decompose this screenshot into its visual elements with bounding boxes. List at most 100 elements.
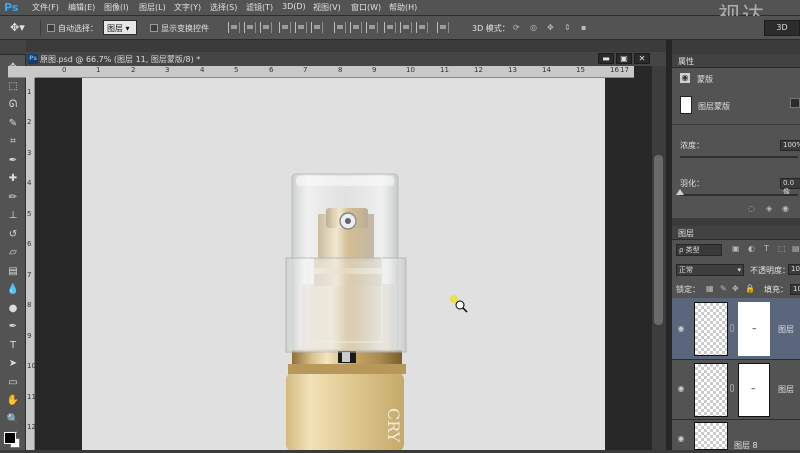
lock-position-icon[interactable]: ✥ bbox=[732, 284, 739, 293]
close-button[interactable]: ✕ bbox=[634, 53, 650, 64]
layer-filter-select[interactable]: ρ 类型 bbox=[676, 244, 722, 256]
menu-select[interactable]: 选择(S) bbox=[210, 2, 237, 13]
layer-row-selected[interactable]: ◉ 图层 bbox=[672, 298, 800, 360]
layer-row[interactable]: ◉ 图层 bbox=[672, 360, 800, 420]
layer-mask-thumbnail[interactable] bbox=[738, 302, 770, 356]
eraser-tool-icon[interactable]: ▱ bbox=[6, 246, 20, 260]
auto-select-checkbox[interactable] bbox=[47, 24, 55, 32]
align-bottom-icon[interactable] bbox=[260, 22, 272, 33]
pan-3d-icon[interactable]: ✥ bbox=[547, 23, 554, 32]
filter-type-icon[interactable]: T bbox=[764, 244, 769, 253]
properties-tab[interactable]: 属性 bbox=[672, 54, 800, 68]
align-vcenter-icon[interactable] bbox=[244, 22, 256, 33]
pen-tool-icon[interactable]: ✒ bbox=[6, 320, 20, 334]
canvas[interactable]: CRY bbox=[82, 78, 605, 452]
auto-align-icon[interactable] bbox=[437, 22, 449, 33]
align-right-icon[interactable] bbox=[311, 22, 323, 33]
visibility-eye-icon[interactable]: ◉ bbox=[676, 384, 686, 394]
stamp-tool-icon[interactable]: ⊥ bbox=[6, 209, 20, 223]
maximize-button[interactable]: ▣ bbox=[616, 53, 632, 64]
slide-3d-icon[interactable]: ⇕ bbox=[564, 23, 571, 32]
select-mask-icon[interactable]: ◌ bbox=[748, 204, 755, 213]
filter-shape-icon[interactable]: ⬚ bbox=[778, 244, 786, 253]
distribute-bottom-icon[interactable] bbox=[366, 22, 378, 33]
align-left-icon[interactable] bbox=[279, 22, 291, 33]
marquee-tool-icon[interactable]: ⬚ bbox=[6, 80, 20, 94]
gradient-tool-icon[interactable]: ▤ bbox=[6, 265, 20, 279]
distribute-right-icon[interactable] bbox=[416, 22, 428, 33]
roll-3d-icon[interactable]: ◎ bbox=[530, 23, 537, 32]
lock-transparent-icon[interactable]: ▦ bbox=[706, 284, 714, 293]
disable-mask-icon[interactable]: ◉ bbox=[782, 204, 789, 213]
distribute-top-icon[interactable] bbox=[334, 22, 346, 33]
opacity-input[interactable]: 100 bbox=[788, 264, 800, 275]
filter-adjust-icon[interactable]: ◐ bbox=[748, 244, 755, 253]
distribute-vcenter-icon[interactable] bbox=[350, 22, 362, 33]
foreground-color-swatch[interactable] bbox=[4, 432, 16, 444]
orbit-3d-icon[interactable]: ⟳ bbox=[513, 23, 520, 32]
crop-tool-icon[interactable]: ⌗ bbox=[6, 135, 20, 149]
mask-link-icon[interactable] bbox=[730, 384, 734, 392]
type-tool-icon[interactable]: T bbox=[6, 339, 20, 353]
menu-image[interactable]: 图像(I) bbox=[104, 2, 129, 13]
mask-link-icon[interactable] bbox=[730, 324, 734, 332]
move-tool-icon[interactable]: ✥▾ bbox=[10, 21, 25, 34]
history-brush-icon[interactable]: ↺ bbox=[6, 228, 20, 242]
menu-type[interactable]: 文字(Y) bbox=[174, 2, 201, 13]
visibility-eye-icon[interactable]: ◉ bbox=[676, 434, 686, 444]
vertical-ruler: 1 2 3 4 5 6 7 8 9 10 11 12 bbox=[26, 78, 36, 450]
minimize-button[interactable]: ▬ bbox=[598, 53, 614, 64]
scale-3d-icon[interactable]: ▪ bbox=[581, 23, 586, 32]
filter-smart-icon[interactable]: ▤ bbox=[792, 244, 800, 253]
menu-edit[interactable]: 编辑(E) bbox=[68, 2, 95, 13]
distribute-hcenter-icon[interactable] bbox=[400, 22, 412, 33]
path-select-tool-icon[interactable]: ➤ bbox=[6, 357, 20, 371]
visibility-eye-icon[interactable]: ◉ bbox=[676, 324, 686, 334]
properties-tab-label: 属性 bbox=[678, 57, 694, 66]
layers-tab[interactable]: 图层 bbox=[672, 226, 800, 240]
vector-mask-icon[interactable] bbox=[790, 98, 800, 108]
healing-tool-icon[interactable]: ✚ bbox=[6, 172, 20, 186]
dodge-tool-icon[interactable]: ● bbox=[6, 302, 20, 316]
fill-input[interactable]: 10 bbox=[790, 284, 800, 295]
show-transform-checkbox[interactable] bbox=[150, 24, 158, 32]
lasso-tool-icon[interactable]: ᘏ bbox=[6, 98, 20, 112]
zoom-tool-icon[interactable]: 🔍 bbox=[6, 413, 20, 427]
feather-input[interactable]: 0.0 像 bbox=[780, 178, 800, 196]
quick-select-tool-icon[interactable]: ✎ bbox=[6, 117, 20, 131]
eyedropper-tool-icon[interactable]: ✒ bbox=[6, 154, 20, 168]
ruler-tick: 13 bbox=[508, 66, 517, 74]
menu-file[interactable]: 文件(F) bbox=[32, 2, 59, 13]
lock-pixels-icon[interactable]: ✎ bbox=[720, 284, 727, 293]
layer-row[interactable]: ◉ 图层 8 bbox=[672, 420, 800, 450]
menu-window[interactable]: 窗口(W) bbox=[351, 2, 381, 13]
document-tab[interactable]: Ps 原图.psd @ 66.7% (图层 11, 图层蒙版/8) * ▬ ▣ … bbox=[26, 52, 666, 66]
feather-slider[interactable] bbox=[680, 194, 798, 196]
document-scroll-thumb[interactable] bbox=[654, 155, 663, 325]
auto-select-label: 自动选择： bbox=[58, 24, 98, 33]
distribute-left-icon[interactable] bbox=[384, 22, 396, 33]
menu-filter[interactable]: 滤镜(T) bbox=[246, 2, 273, 13]
align-hcenter-icon[interactable] bbox=[295, 22, 307, 33]
layer-mask-thumbnail[interactable] bbox=[738, 363, 770, 417]
menu-help[interactable]: 帮助(H) bbox=[389, 2, 417, 13]
feather-slider-knob[interactable] bbox=[676, 189, 684, 195]
brush-tool-icon[interactable]: ✏ bbox=[6, 191, 20, 205]
blur-tool-icon[interactable]: 💧 bbox=[6, 283, 20, 297]
menu-layer[interactable]: 图层(L) bbox=[139, 2, 166, 13]
blend-mode-select[interactable]: 正常 ▾ bbox=[676, 264, 744, 276]
menu-3d[interactable]: 3D(D) bbox=[282, 2, 306, 11]
auto-select-dropdown[interactable]: 图层 ▾ bbox=[103, 20, 137, 35]
workspace-3d-button[interactable]: 3D bbox=[764, 20, 800, 36]
hand-tool-icon[interactable]: ✋ bbox=[6, 394, 20, 408]
document-title: 原图.psd @ 66.7% (图层 11, 图层蒙版/8) * bbox=[40, 55, 201, 64]
apply-mask-icon[interactable]: ◈ bbox=[766, 204, 772, 213]
align-top-icon[interactable] bbox=[228, 22, 240, 33]
density-slider[interactable] bbox=[680, 156, 798, 158]
menu-view[interactable]: 视图(V) bbox=[313, 2, 341, 13]
ruler-tick: 9 bbox=[372, 66, 377, 74]
lock-all-icon[interactable]: 🔒 bbox=[745, 284, 755, 293]
filter-pixel-icon[interactable]: ▣ bbox=[732, 244, 740, 253]
density-input[interactable]: 100% bbox=[780, 140, 800, 151]
shape-tool-icon[interactable]: ▭ bbox=[6, 376, 20, 390]
